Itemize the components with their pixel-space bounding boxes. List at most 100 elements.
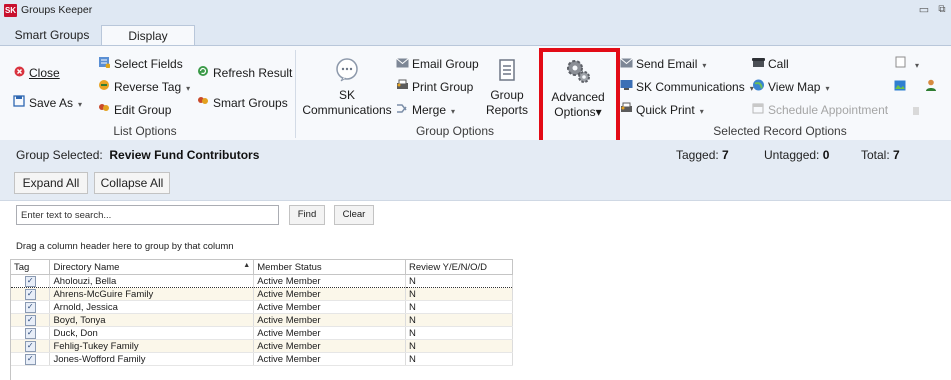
image-icon — [893, 80, 907, 96]
table-row[interactable]: ✓ Fehlig-Tukey Family Active Member N — [11, 339, 513, 353]
edit-group-button[interactable]: Edit Group — [97, 102, 171, 119]
image-button[interactable] — [893, 79, 910, 96]
select-fields-icon — [97, 56, 111, 73]
tab-display-group[interactable]: Display Group — [101, 25, 195, 64]
close-button[interactable]: Close — [12, 65, 60, 82]
member-status-cell: Active Member — [253, 313, 407, 327]
reverse-tag-icon — [97, 79, 111, 96]
tag-checkbox[interactable]: ✓ — [24, 289, 36, 300]
chevron-down-icon: ▾ — [78, 100, 83, 109]
document-button[interactable]: ▾ — [893, 56, 919, 74]
ribbon: Close Save As ▾ Select Fields Reverse Tag… — [0, 45, 951, 141]
refresh-icon — [196, 65, 210, 82]
tagged-count: Tagged: 7 — [676, 148, 729, 162]
member-status-cell: Active Member — [253, 274, 407, 288]
send-email-button[interactable]: Send Email ▾ — [619, 56, 706, 74]
table-row[interactable]: ✓ Jones-Wofford Family Active Member N — [11, 352, 513, 366]
group-selected-text: Group Selected: Review Fund Contributors — [16, 148, 259, 162]
grid-header-row: Tag Directory Name ▲ Member Status Review… — [11, 260, 513, 275]
schedule-appointment-label: Schedule Appointment — [768, 103, 889, 117]
review-cell: N — [405, 326, 513, 340]
refresh-result-button[interactable]: Refresh Result — [196, 65, 292, 82]
minimize-icon[interactable]: ▭ — [917, 3, 931, 17]
printer-icon — [619, 102, 633, 119]
table-row[interactable]: ✓ Ahrens-McGuire Family Active Member N — [11, 287, 513, 301]
monitor-icon — [619, 79, 633, 96]
column-header-tag[interactable]: Tag — [11, 260, 51, 275]
expand-collapse-bar: Expand All Collapse All — [0, 168, 951, 201]
email-group-button[interactable]: Email Group — [395, 56, 479, 73]
group-reports-label-2: Reports — [485, 103, 529, 117]
directory-name-cell: Fehlig-Tukey Family — [49, 339, 255, 353]
tag-cell[interactable]: ✓ — [11, 326, 51, 340]
print-group-icon — [395, 79, 409, 96]
group-label-list-options: List Options — [113, 124, 177, 138]
tab-smart-groups[interactable]: Smart Groups — [4, 25, 100, 46]
search-input[interactable] — [16, 205, 279, 225]
refresh-result-label: Refresh Result — [213, 66, 293, 80]
quick-print-button[interactable]: Quick Print ▾ — [619, 102, 704, 120]
find-button[interactable]: Find — [289, 205, 325, 225]
restore-icon[interactable]: ⧉ — [935, 3, 949, 17]
table-row[interactable]: ✓ Arnold, Jessica Active Member N — [11, 300, 513, 314]
sk-communications-menu-button[interactable]: SK Communications ▾ — [619, 79, 754, 97]
column-header-member-status[interactable]: Member Status — [253, 260, 407, 275]
sk-communications-label-2: Communications — [302, 103, 392, 117]
tag-cell[interactable]: ✓ — [11, 300, 51, 314]
chevron-down-icon: ▾ — [451, 107, 456, 116]
window-title: Groups Keeper — [21, 4, 93, 16]
directory-name-cell: Arnold, Jessica — [49, 300, 255, 314]
total-label: Total: — [861, 148, 890, 162]
total-value: 7 — [893, 148, 900, 162]
tag-checkbox[interactable]: ✓ — [24, 276, 36, 287]
schedule-appointment-button[interactable]: Schedule Appointment — [751, 102, 888, 119]
review-cell: N — [405, 313, 513, 327]
table-row[interactable]: ✓ Boyd, Tonya Active Member N — [11, 313, 513, 327]
tag-checkbox[interactable]: ✓ — [24, 328, 36, 339]
table-row[interactable]: ✓ Aholouzi, Bella Active Member N — [11, 274, 513, 288]
directory-name-cell: Duck, Don — [49, 326, 255, 340]
column-header-directory-name[interactable]: Directory Name ▲ — [49, 260, 255, 275]
table-row[interactable]: ✓ Duck, Don Active Member N — [11, 326, 513, 340]
quick-print-label: Quick Print — [636, 103, 695, 117]
person-button[interactable] — [924, 79, 941, 96]
print-group-button[interactable]: Print Group — [395, 79, 473, 96]
chevron-down-icon: ▾ — [699, 107, 704, 116]
member-status-cell: Active Member — [253, 339, 407, 353]
tag-cell[interactable]: ✓ — [11, 287, 51, 301]
sk-communications-button[interactable]: SK Communications — [301, 58, 393, 118]
person-icon — [924, 79, 938, 96]
directory-name-header-label: Directory Name — [53, 261, 120, 273]
select-fields-button[interactable]: Select Fields — [97, 56, 183, 73]
expand-all-button[interactable]: Expand All — [14, 172, 88, 194]
tag-checkbox[interactable]: ✓ — [24, 302, 36, 313]
untagged-label: Untagged: — [764, 148, 820, 162]
tagged-label: Tagged: — [676, 148, 719, 162]
tag-cell[interactable]: ✓ — [11, 339, 51, 353]
clear-button[interactable]: Clear — [334, 205, 374, 225]
tagged-value: 7 — [722, 148, 729, 162]
member-status-cell: Active Member — [253, 300, 407, 314]
tag-cell[interactable]: ✓ — [11, 352, 51, 366]
edit-group-label: Edit Group — [114, 103, 172, 117]
call-button[interactable]: Call — [751, 56, 789, 73]
tag-cell[interactable]: ✓ — [11, 313, 51, 327]
call-label: Call — [768, 57, 789, 71]
save-as-button[interactable]: Save As ▾ — [12, 95, 82, 113]
highlight-box — [539, 48, 620, 148]
send-email-label: Send Email — [636, 57, 698, 71]
select-fields-label: Select Fields — [114, 57, 183, 71]
close-label: Close — [29, 66, 60, 80]
column-header-review[interactable]: Review Y/E/N/O/D — [405, 260, 513, 275]
tag-checkbox[interactable]: ✓ — [24, 341, 36, 352]
group-reports-button[interactable]: Group Reports — [476, 58, 538, 118]
tag-cell[interactable]: ✓ — [11, 274, 51, 288]
merge-button[interactable]: Merge ▾ — [395, 102, 455, 120]
smart-groups-button[interactable]: Smart Groups — [196, 95, 288, 112]
collapse-all-button[interactable]: Collapse All — [94, 172, 170, 194]
view-map-button[interactable]: View Map ▾ — [751, 79, 830, 97]
tag-checkbox[interactable]: ✓ — [24, 315, 36, 326]
tag-checkbox[interactable]: ✓ — [24, 354, 36, 365]
review-cell: N — [405, 300, 513, 314]
reverse-tag-button[interactable]: Reverse Tag ▾ — [97, 79, 190, 97]
